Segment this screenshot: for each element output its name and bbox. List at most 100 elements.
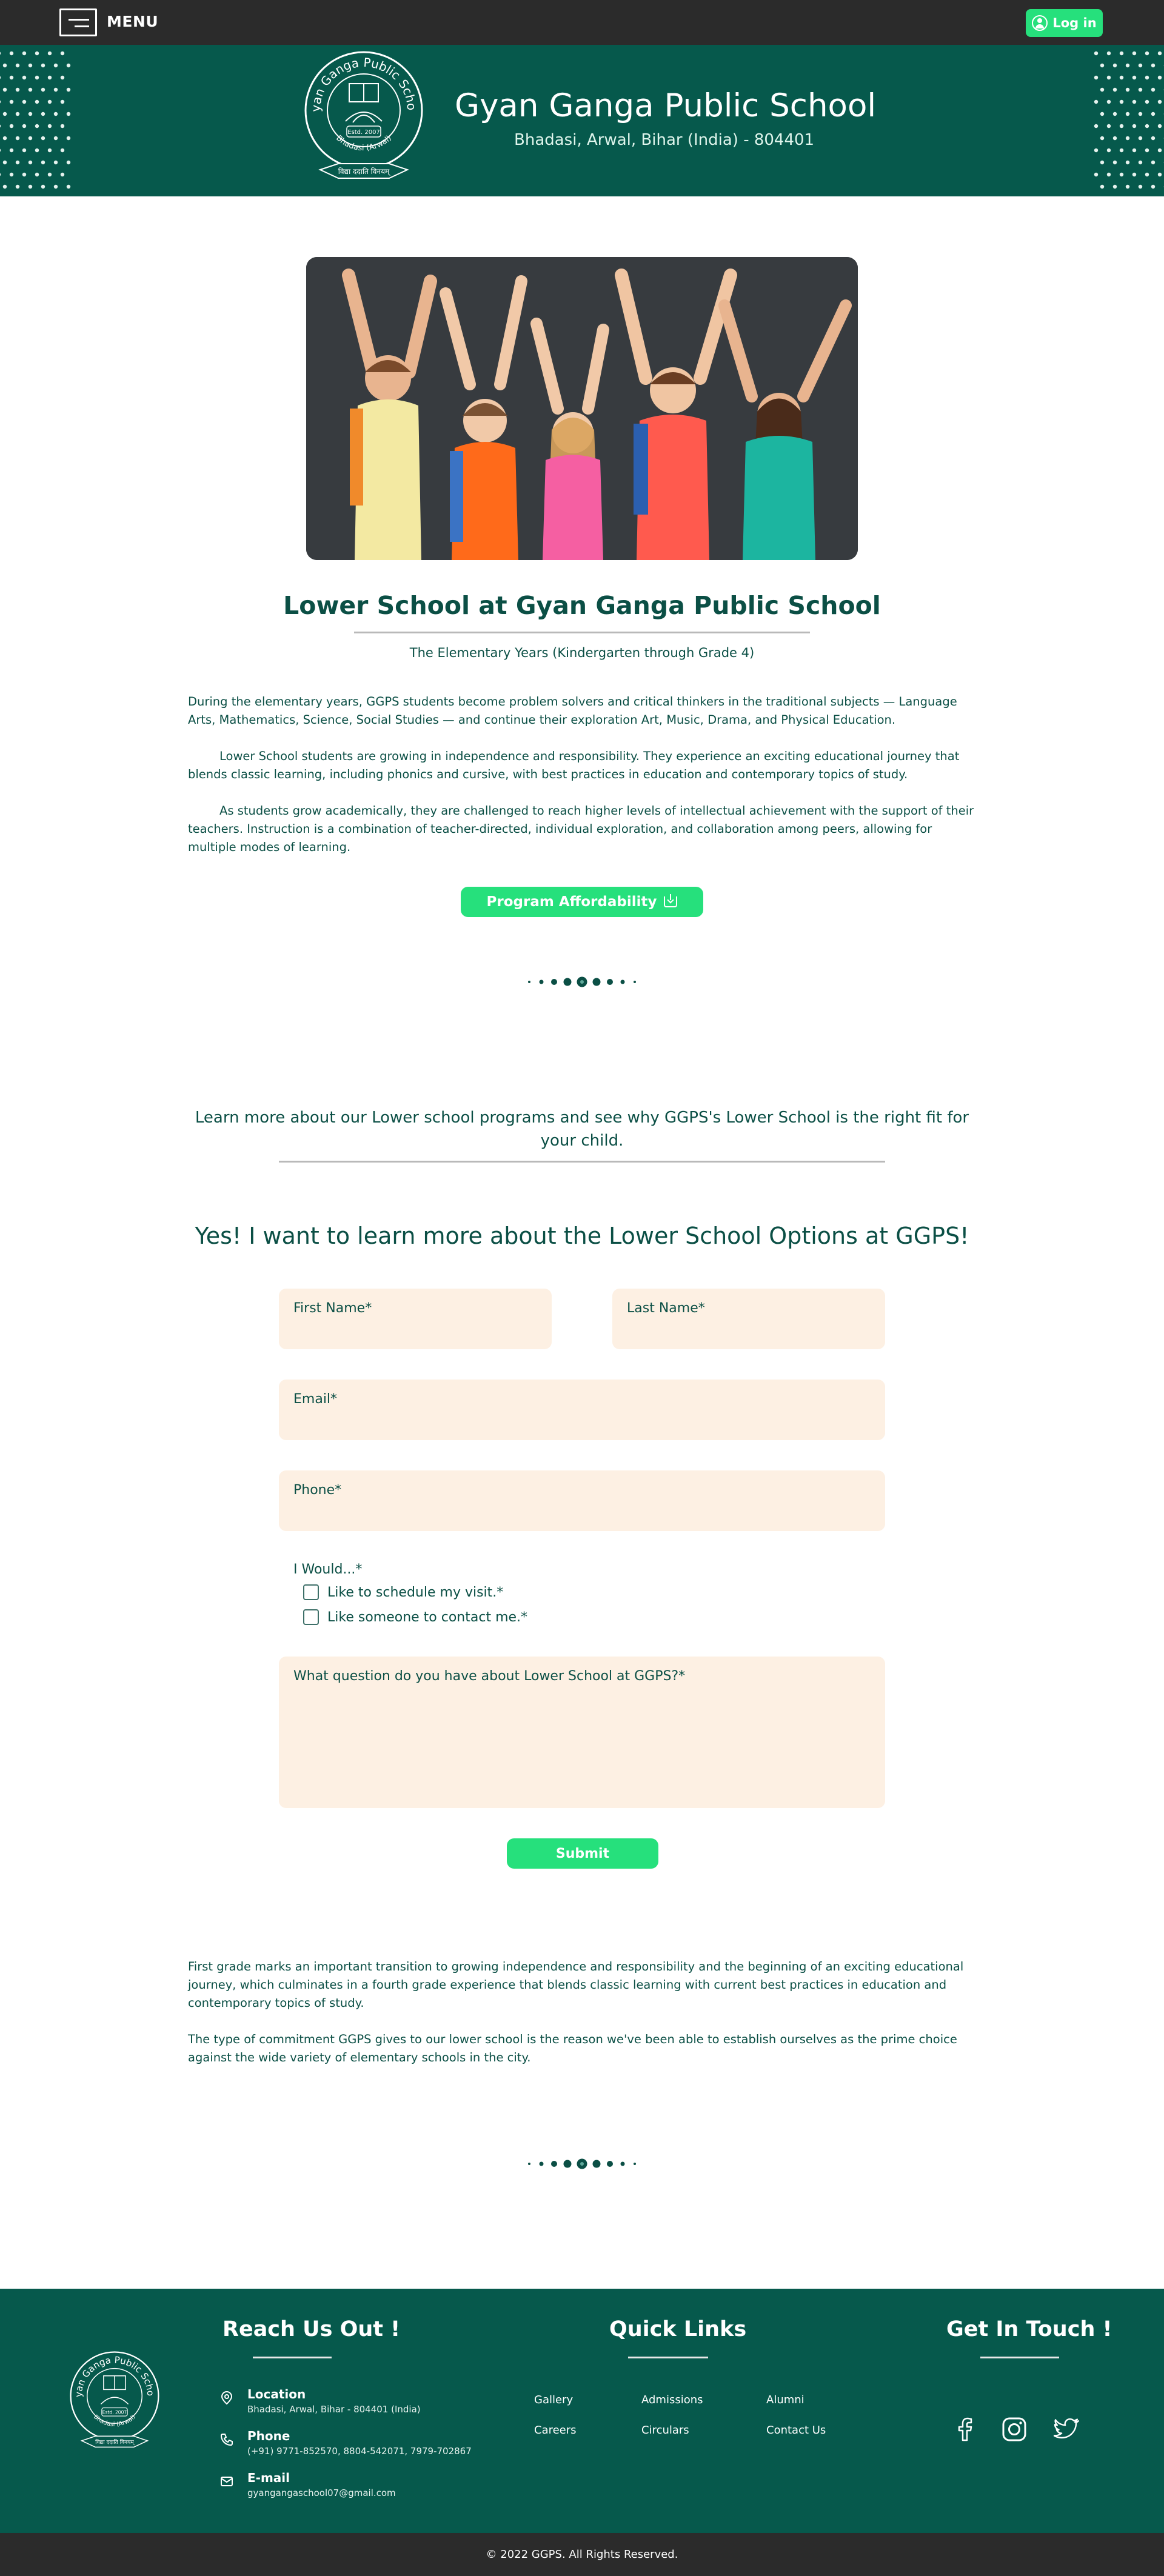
footer-link-alumni[interactable]: Alumni	[766, 2394, 804, 2406]
decorative-dot	[1100, 112, 1105, 116]
decorative-dots-left	[0, 51, 71, 189]
school-address: Bhadasi, Arwal, Bihar (India) - 804401	[514, 131, 815, 149]
decorative-dot	[1145, 148, 1149, 153]
phone-field[interactable]: Phone*	[279, 1470, 885, 1531]
phone-icon	[220, 2434, 233, 2446]
decorative-dot	[0, 124, 1, 128]
decorative-dot	[1157, 148, 1162, 153]
svg-text:विद्या ददाति विनयम्: विद्या ददाति विनयम्	[338, 167, 390, 176]
decorative-dot	[1132, 75, 1137, 80]
decorative-dot	[1157, 124, 1162, 128]
email-label: Email*	[293, 1392, 338, 1407]
twitter-icon[interactable]	[1054, 2416, 1080, 2443]
decorative-dot	[1119, 75, 1124, 80]
program-affordability-button[interactable]: Program Affordability	[461, 887, 703, 917]
decorative-dot	[1151, 184, 1156, 189]
menu-label[interactable]: MENU	[107, 13, 158, 30]
decorative-dot	[35, 51, 39, 56]
decorative-dot	[1132, 172, 1137, 177]
decorative-dot	[1112, 87, 1117, 92]
decorative-dots-right	[1094, 51, 1164, 189]
decorative-dot	[1112, 136, 1117, 141]
decorative-dot	[1119, 99, 1124, 104]
question-textarea[interactable]: What question do you have about Lower Sc…	[279, 1657, 885, 1808]
footer-link-circulars[interactable]: Circulars	[641, 2424, 689, 2437]
school-logo[interactable]: Gyan Ganga Public School Bhadasi (Arwal)…	[302, 48, 426, 192]
page-subtitle: The Elementary Years (Kindergarten throu…	[409, 646, 755, 660]
hamburger-menu-icon[interactable]	[59, 8, 97, 36]
decorative-dot	[15, 184, 20, 189]
decorative-dot	[1157, 172, 1162, 177]
dotted-divider-icon	[528, 976, 636, 987]
decorative-dot	[1151, 160, 1156, 165]
decorative-dot	[35, 99, 39, 104]
decorative-dot	[41, 63, 45, 68]
facebook-icon[interactable]	[952, 2416, 978, 2443]
location-label: Location	[247, 2387, 306, 2401]
email-value[interactable]: gyangangaschool07@gmail.com	[247, 2488, 396, 2498]
footer-link-gallery[interactable]: Gallery	[534, 2394, 573, 2406]
decorative-dot	[41, 160, 45, 165]
decorative-dot	[1100, 184, 1105, 189]
user-avatar-icon	[1032, 15, 1048, 31]
first-name-field[interactable]: First Name*	[279, 1289, 552, 1349]
decorative-dot	[1112, 160, 1117, 165]
decorative-dot	[9, 124, 14, 128]
decorative-dot	[1151, 136, 1156, 141]
decorative-dot	[1106, 124, 1111, 128]
page-title: Lower School at Gyan Ganga Public School	[283, 591, 881, 620]
last-name-field[interactable]: Last Name*	[612, 1289, 885, 1349]
decorative-dot	[1106, 172, 1111, 177]
decorative-dot	[1132, 148, 1137, 153]
footer-school-logo[interactable]: Gyan Ganga Public School Bhadasi (Arwal)…	[68, 2349, 161, 2457]
login-label: Log in	[1052, 16, 1097, 30]
decorative-dot	[2, 87, 7, 92]
decorative-dot	[1138, 160, 1143, 165]
decorative-dot	[0, 173, 1, 176]
decorative-dot	[1145, 124, 1149, 128]
contact-me-option[interactable]: Like someone to contact me.*	[303, 1609, 527, 1625]
program-affordability-label: Program Affordability	[486, 894, 657, 910]
decorative-dot	[9, 172, 14, 177]
decorative-dot	[60, 75, 65, 80]
footer-link-careers[interactable]: Careers	[534, 2424, 577, 2437]
decorative-dot	[1151, 87, 1156, 92]
decorative-dot	[1145, 99, 1149, 104]
decorative-dot	[1157, 99, 1162, 104]
decorative-dot	[47, 51, 52, 56]
decorative-dot	[53, 136, 58, 141]
svg-text:Gyan Ganga Public School: Gyan Ganga Public School	[68, 2349, 156, 2397]
decorative-dot	[1125, 184, 1130, 189]
decorative-dot	[22, 99, 27, 104]
decorative-dot	[0, 76, 1, 79]
decorative-dot	[28, 160, 33, 165]
decorative-dot	[47, 75, 52, 80]
email-field[interactable]: Email*	[279, 1380, 885, 1440]
schedule-visit-checkbox[interactable]	[303, 1584, 319, 1600]
footer-link-contact-us[interactable]: Contact Us	[766, 2424, 826, 2437]
copyright-text: © 2022 GGPS. All Rights Reserved.	[486, 2548, 678, 2561]
decorative-dot	[0, 100, 1, 104]
decorative-dot	[22, 172, 27, 177]
quick-links-underline	[628, 2357, 708, 2358]
intro-paragraph: Lower School students are growing in ind…	[188, 749, 960, 781]
decorative-dot	[9, 75, 14, 80]
decorative-dot	[15, 87, 20, 92]
login-button[interactable]: Log in	[1026, 9, 1103, 37]
decorative-dot	[0, 148, 1, 152]
footer-link-admissions[interactable]: Admissions	[641, 2394, 703, 2406]
decorative-dot	[1106, 148, 1111, 153]
instagram-icon[interactable]	[1001, 2416, 1028, 2443]
submit-button[interactable]: Submit	[507, 1838, 658, 1869]
decorative-dot	[1145, 51, 1149, 56]
site-footer: Gyan Ganga Public School Bhadasi (Arwal)…	[0, 2289, 1164, 2533]
schedule-visit-option[interactable]: Like to schedule my visit.*	[303, 1584, 503, 1600]
decorative-dot	[22, 51, 27, 56]
email-label: E-mail	[247, 2471, 290, 2485]
decorative-dot	[53, 112, 58, 116]
decorative-dot	[60, 172, 65, 177]
contact-me-checkbox[interactable]	[303, 1609, 319, 1625]
decorative-dot	[53, 87, 58, 92]
phone-label: Phone*	[293, 1483, 342, 1498]
decorative-dot	[9, 51, 14, 56]
